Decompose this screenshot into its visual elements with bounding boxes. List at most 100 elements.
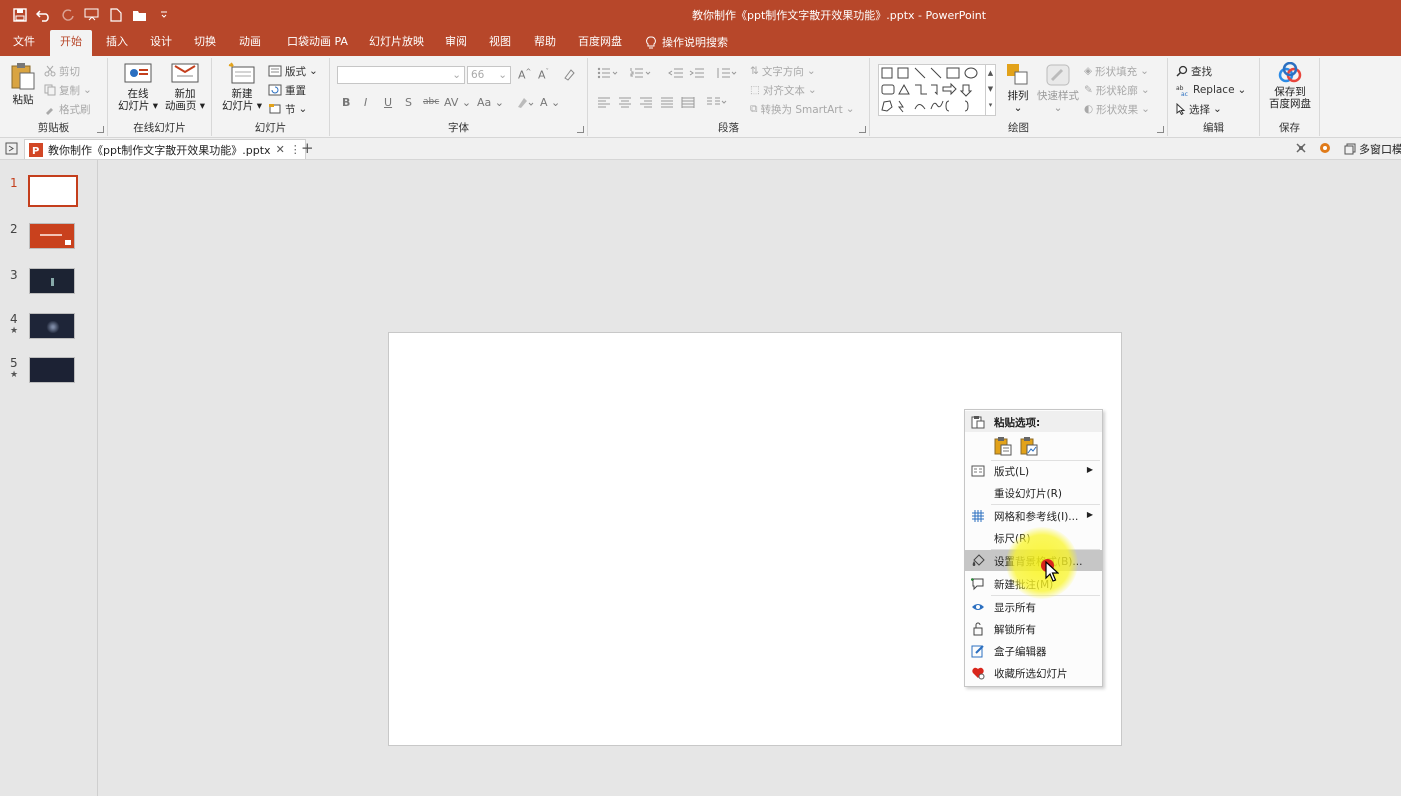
present-from-start-icon[interactable] <box>82 5 102 25</box>
strikethrough-button[interactable]: abc <box>423 97 439 107</box>
slide-preview <box>29 223 75 249</box>
align-right-icon[interactable] <box>639 96 653 108</box>
document-tab-bar: P 教你制作《ppt制作文字散开效果功能》.pptx ✕ ⋮ + 多窗口模 <box>0 138 1401 160</box>
justify-icon[interactable] <box>660 96 674 108</box>
dialog-launcher-icon[interactable] <box>97 126 104 133</box>
group-label: 剪贴板 <box>37 122 70 134</box>
menu-item-unlock-all[interactable]: 解锁所有 <box>965 618 1102 639</box>
tab-home[interactable]: 开始 <box>50 30 92 56</box>
tab-help[interactable]: 帮助 <box>524 30 566 56</box>
convert-smartart-button[interactable]: ⧉ 转换为 SmartArt ⌄ <box>750 100 855 118</box>
online-slides-button[interactable]: 在线 幻灯片 ▾ <box>116 62 160 112</box>
pin-icon[interactable] <box>1294 141 1308 155</box>
tab-transitions[interactable]: 切换 <box>184 30 226 56</box>
format-painter-button[interactable]: 格式刷 <box>44 100 91 118</box>
tab-review[interactable]: 审阅 <box>435 30 477 56</box>
align-text-button[interactable]: ⬚ 对齐文本 ⌄ <box>750 81 817 99</box>
dialog-launcher-icon[interactable] <box>1157 126 1164 133</box>
dialog-launcher-icon[interactable] <box>577 126 584 133</box>
close-tab-icon[interactable]: ✕ <box>276 143 285 156</box>
paste-as-picture-icon[interactable] <box>1019 436 1039 456</box>
menu-item-format-background[interactable]: 设置背景格式(B)... <box>965 550 1102 571</box>
save-to-baidu-button[interactable]: 保存到 百度网盘 <box>1264 62 1316 110</box>
new-file-icon[interactable] <box>106 5 126 25</box>
shadow-button[interactable]: S <box>405 96 412 109</box>
new-slide-button[interactable]: 新建 幻灯片 ▾ <box>218 62 266 112</box>
tell-me-search[interactable]: 操作说明搜索 <box>636 30 738 56</box>
new-animation-page-button[interactable]: 新加 动画页 ▾ <box>162 62 208 112</box>
settings-gear-icon[interactable] <box>1318 141 1332 155</box>
menu-item-favorite-slides[interactable]: 收藏所选幻灯片 <box>965 662 1102 683</box>
multi-window-button[interactable]: 多窗口模 <box>1344 141 1401 157</box>
document-tab[interactable]: P 教你制作《ppt制作文字散开效果功能》.pptx ✕ ⋮ <box>24 139 306 159</box>
copy-icon <box>44 84 56 96</box>
new-tab-button[interactable]: + <box>301 139 314 157</box>
numbering-icon[interactable] <box>630 66 652 80</box>
bullets-icon[interactable] <box>597 66 619 80</box>
paste-button[interactable]: 粘贴 <box>8 62 38 106</box>
tab-insert[interactable]: 插入 <box>96 30 138 56</box>
distributed-icon[interactable] <box>681 96 695 108</box>
tab-file[interactable]: 文件 <box>3 30 45 56</box>
text-direction-button[interactable]: ⇅ 文字方向 ⌄ <box>750 62 816 80</box>
tab-baidu-netdisk[interactable]: 百度网盘 <box>568 30 632 56</box>
menu-item-ruler[interactable]: 标尺(R) <box>965 527 1102 548</box>
save-icon[interactable] <box>10 5 30 25</box>
menu-item-new-comment[interactable]: 新建批注(M) <box>965 573 1102 594</box>
decrease-indent-icon[interactable] <box>668 66 684 80</box>
new-animation-icon <box>171 63 199 83</box>
menu-item-layout[interactable]: 版式(L) ▶ <box>965 460 1102 481</box>
paste-icon <box>11 63 35 90</box>
align-left-icon[interactable] <box>597 96 611 108</box>
line-spacing-icon[interactable] <box>716 66 738 80</box>
arrange-button[interactable]: 排列 ⌄ <box>1002 62 1034 114</box>
font-size-input[interactable]: 66 ⌄ <box>467 66 511 84</box>
menu-item-box-editor[interactable]: 盒子编辑器 <box>965 640 1102 661</box>
reset-button[interactable]: 重置 <box>268 81 306 99</box>
shrink-font-icon[interactable]: Aˇ <box>538 68 549 82</box>
section-button[interactable]: 节 ⌄ <box>268 100 307 118</box>
font-name-input[interactable]: ⌄ <box>337 66 465 84</box>
copy-button[interactable]: 复制 ⌄ <box>44 81 92 99</box>
increase-indent-icon[interactable] <box>689 66 705 80</box>
tab-design[interactable]: 设计 <box>140 30 182 56</box>
paste-keep-source-icon[interactable] <box>993 436 1013 456</box>
customize-qat-icon[interactable] <box>154 5 174 25</box>
open-folder-icon[interactable] <box>130 5 150 25</box>
tab-slideshow[interactable]: 幻灯片放映 <box>359 30 434 56</box>
layout-button[interactable]: 版式 ⌄ <box>268 62 318 80</box>
shape-outline-button[interactable]: ✎ 形状轮廓 ⌄ <box>1084 81 1150 99</box>
find-button[interactable]: 查找 <box>1176 62 1212 80</box>
tab-view[interactable]: 视图 <box>479 30 521 56</box>
undo-icon[interactable] <box>34 5 54 25</box>
quick-styles-button[interactable]: 快速样式 ⌄ <box>1036 62 1080 114</box>
select-button[interactable]: 选择 ⌄ <box>1176 100 1222 118</box>
svg-text:P: P <box>32 146 39 157</box>
underline-button[interactable]: U <box>384 96 392 109</box>
gallery-scroll[interactable]: ▲ ▼ ▾ <box>985 65 995 115</box>
bold-button[interactable]: B <box>342 96 350 109</box>
font-color-button[interactable]: A ⌄ <box>540 96 560 109</box>
shape-effects-button[interactable]: ◐ 形状效果 ⌄ <box>1084 100 1150 118</box>
redo-icon[interactable] <box>58 5 78 25</box>
menu-item-grid-guides[interactable]: 网格和参考线(I)... ▶ <box>965 505 1102 526</box>
tab-pocket-animation[interactable]: 口袋动画 PA <box>277 30 358 56</box>
columns-icon[interactable] <box>706 96 728 108</box>
tab-menu-icon[interactable]: ⋮ <box>290 143 301 156</box>
grow-font-icon[interactable]: A^ <box>518 68 531 82</box>
align-center-icon[interactable] <box>618 96 632 108</box>
menu-item-show-all[interactable]: 显示所有 <box>965 596 1102 617</box>
highlight-icon[interactable] <box>516 95 536 109</box>
italic-button[interactable]: I <box>364 96 367 109</box>
tab-animations[interactable]: 动画 <box>229 30 271 56</box>
shape-fill-button[interactable]: ◈ 形状填充 ⌄ <box>1084 62 1149 80</box>
menu-item-reset-slide[interactable]: 重设幻灯片(R) <box>965 482 1102 503</box>
dialog-launcher-icon[interactable] <box>859 126 866 133</box>
cut-button[interactable]: 剪切 <box>44 62 80 80</box>
outline-toggle-icon[interactable] <box>5 142 18 155</box>
char-spacing-button[interactable]: AV ⌄ <box>444 96 471 109</box>
change-case-button[interactable]: Aa ⌄ <box>477 96 504 109</box>
replace-button[interactable]: ab ac Replace ⌄ <box>1176 81 1246 99</box>
shapes-gallery[interactable]: ▲ ▼ ▾ <box>878 64 996 116</box>
clear-formatting-icon[interactable] <box>562 67 576 81</box>
